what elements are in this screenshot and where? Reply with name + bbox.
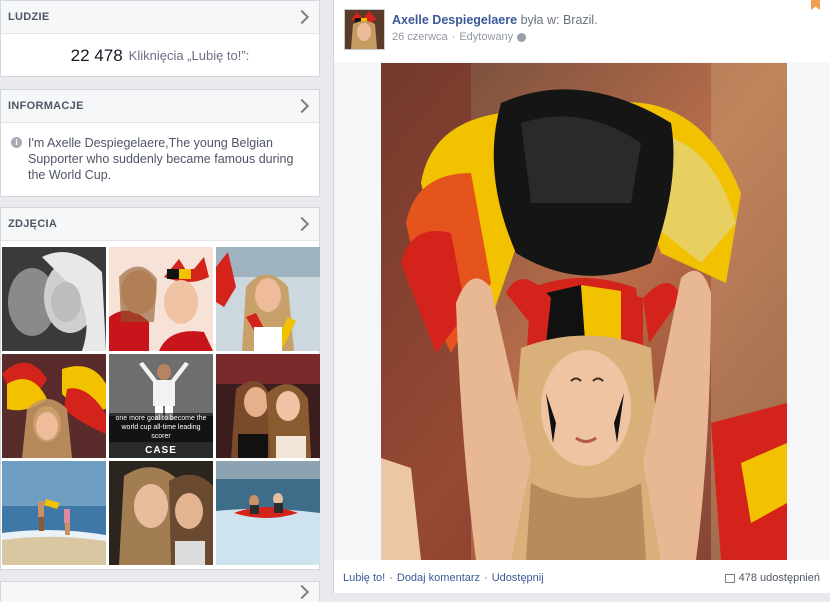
info-text: I'm Axelle Despiegelaere,The young Belgi… [28,136,294,182]
globe-icon[interactable] [517,32,527,42]
post-actions: Lubię to! · Dodaj komentarz · Udostępnij [343,572,544,584]
info-title: INFORMACJE [8,100,84,112]
info-card: INFORMACJE i I'm Axelle Despiegelaere,Th… [0,89,320,197]
author-name[interactable]: Axelle Despiegelaere [392,13,517,27]
post-photo-area [334,62,830,560]
photo-thumbnail[interactable] [216,247,320,351]
share-link[interactable]: Udostępnij [492,572,544,584]
likes-label[interactable]: Kliknięcia „Lubię to!”: [129,48,250,63]
bookmark-icon[interactable] [811,0,820,10]
post-photo[interactable] [381,63,787,560]
post-card: Axelle Despiegelaere była w: Brazil. 26 … [333,0,830,593]
photo-thumbnail[interactable] [109,247,213,351]
people-title: LUDZIE [8,11,50,23]
comment-link[interactable]: Dodaj komentarz [397,572,480,584]
actions-separator: · [484,572,488,584]
photo-thumbnail[interactable] [2,247,106,351]
chevron-right-icon[interactable] [294,98,310,114]
shares-count[interactable]: 478 udostępnień [724,572,820,584]
chevron-right-icon[interactable] [294,9,310,25]
info-icon: i [11,137,22,148]
photo-thumbnail[interactable] [109,461,213,565]
shares-count-text: 478 udostępnień [738,572,820,584]
post-author-line: Axelle Despiegelaere była w: Brazil. [392,13,598,27]
info-body: i I'm Axelle Despiegelaere,The young Bel… [1,123,319,183]
share-icon [724,573,735,583]
next-card-header[interactable] [1,582,319,602]
photos-title: ZDJĘCIA [8,218,58,230]
photos-header[interactable]: ZDJĘCIA [1,208,319,241]
actions-separator: · [389,572,393,584]
likes-summary: 22 478 Kliknięcia „Lubię to!”: [1,34,319,77]
info-header[interactable]: INFORMACJE [1,90,319,123]
people-header[interactable]: LUDZIE [1,1,319,34]
author-location: była w: Brazil. [520,13,598,27]
photos-card: ZDJĘCIA one more goal to become the worl… [0,207,320,570]
next-card [0,581,320,602]
likes-count: 22 478 [70,45,123,65]
photo-thumbnail-meme[interactable]: one more goal to become the world cup al… [109,354,213,458]
people-card: LUDZIE 22 478 Kliknięcia „Lubię to!”: [0,0,320,77]
meme-caption: one more goal to become the world cup al… [109,413,213,442]
author-avatar[interactable] [344,9,385,50]
left-column: LUDZIE 22 478 Kliknięcia „Lubię to!”: IN… [0,0,320,602]
chevron-right-icon[interactable] [294,216,310,232]
meta-separator: · [451,31,456,43]
photo-thumbnail[interactable] [2,354,106,458]
photo-grid: one more goal to become the world cup al… [2,247,320,565]
photo-thumbnail[interactable] [2,461,106,565]
photo-thumbnail[interactable] [216,354,320,458]
photo-thumbnail[interactable] [216,461,320,565]
post-date[interactable]: 26 czerwca [392,31,448,43]
like-link[interactable]: Lubię to! [343,572,385,584]
chevron-right-icon[interactable] [294,584,310,600]
meme-tag: CASE [145,445,177,456]
post-edited[interactable]: Edytowany [459,31,513,43]
post-meta: 26 czerwca · Edytowany [392,31,527,43]
